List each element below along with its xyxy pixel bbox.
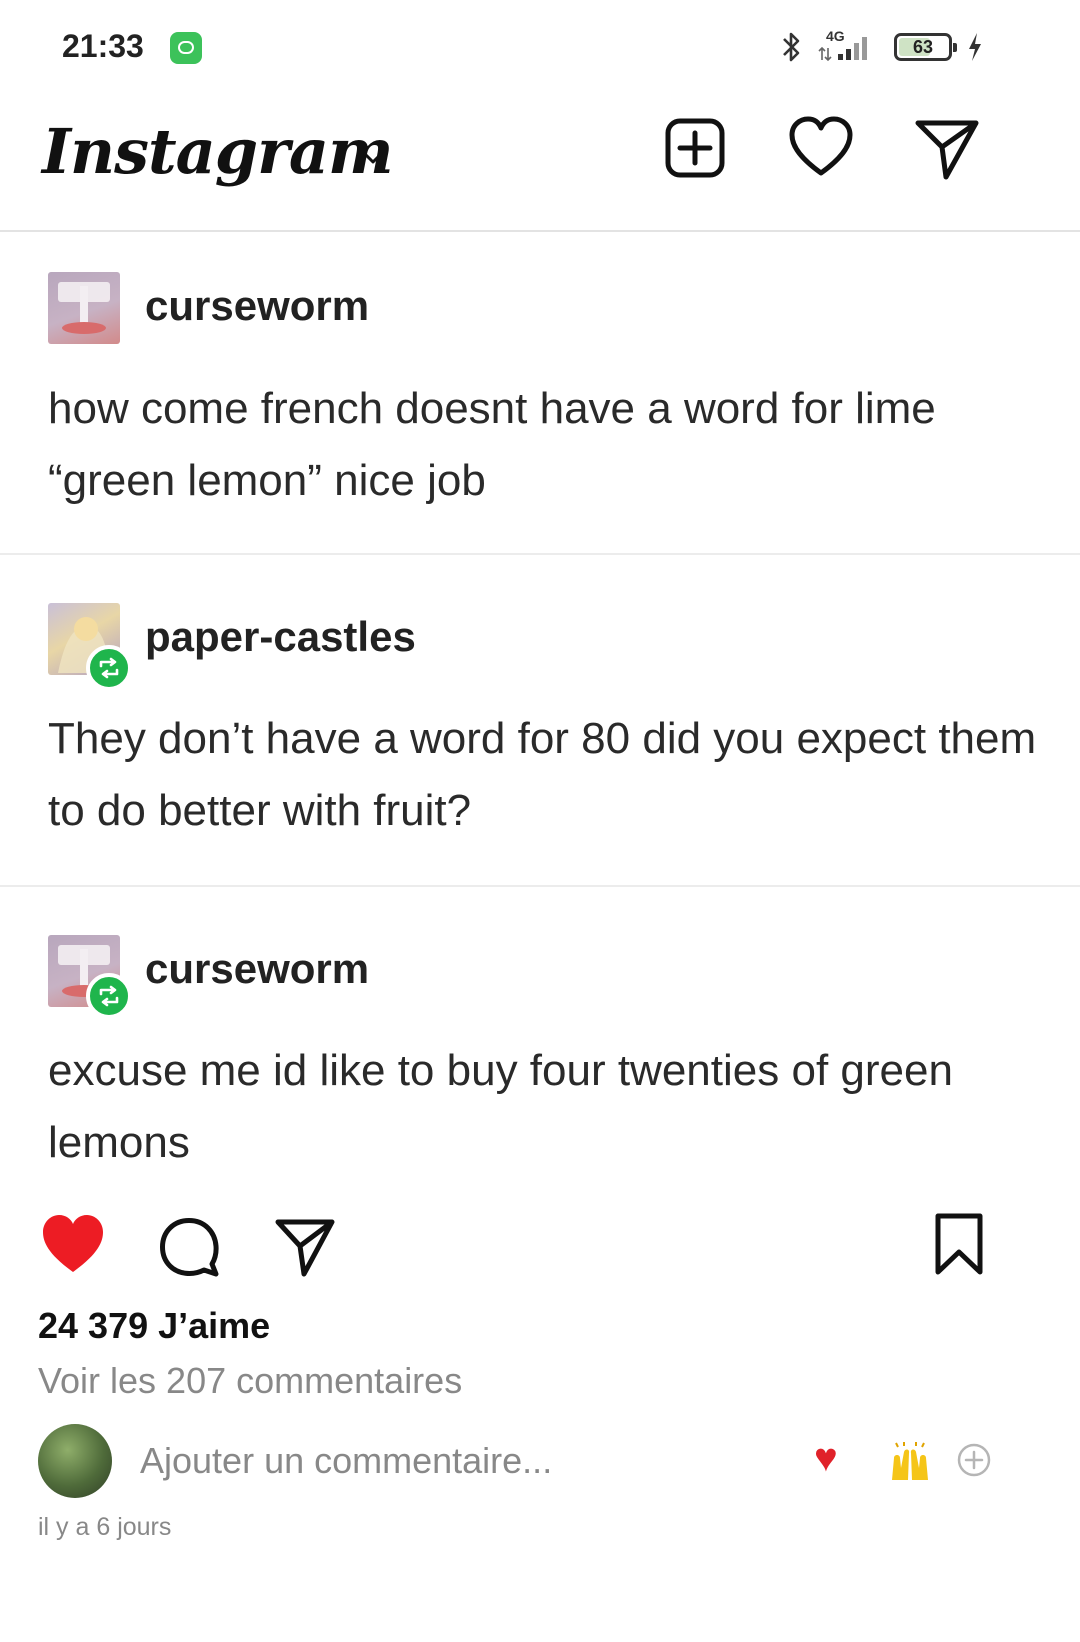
heart-outline-icon[interactable] bbox=[786, 113, 856, 183]
tumblr-post-2: paper-castles They don’t have a word for… bbox=[0, 555, 1080, 885]
add-comment-input[interactable]: Ajouter un commentaire... bbox=[140, 1440, 552, 1482]
direct-message-icon[interactable] bbox=[912, 113, 982, 183]
heart-filled-icon[interactable] bbox=[40, 1212, 106, 1278]
bluetooth-icon bbox=[783, 32, 800, 62]
notification-app-icon bbox=[170, 32, 202, 64]
share-icon[interactable] bbox=[272, 1214, 338, 1280]
post-timestamp: il y a 6 jours bbox=[38, 1513, 172, 1541]
tumblr-post-1: curseworm how come french doesnt have a … bbox=[0, 230, 1080, 555]
battery-icon: 63 bbox=[894, 33, 957, 61]
post-text: They don’t have a word for 80 did you ex… bbox=[48, 714, 1037, 835]
post-username[interactable]: curseworm bbox=[145, 282, 369, 330]
post-username[interactable]: paper-castles bbox=[145, 613, 416, 661]
quick-heart-emoji-icon[interactable]: ♥ bbox=[814, 1438, 838, 1478]
status-time: 21:33 bbox=[62, 28, 144, 64]
avatar bbox=[38, 1424, 112, 1498]
view-comments-link[interactable]: Voir les 207 commentaires bbox=[38, 1360, 462, 1402]
charging-bolt-icon bbox=[969, 33, 981, 61]
signal-icon: 4G bbox=[818, 28, 880, 64]
tumblr-post-3: curseworm excuse me id like to buy four … bbox=[0, 887, 1080, 1197]
bookmark-icon[interactable] bbox=[926, 1212, 992, 1278]
reblog-icon bbox=[86, 645, 132, 691]
app-header: Instagram bbox=[0, 95, 1080, 232]
post-actions bbox=[0, 1210, 1080, 1290]
comment-icon[interactable] bbox=[156, 1214, 222, 1280]
add-circle-icon[interactable] bbox=[956, 1442, 992, 1478]
post-username[interactable]: curseworm bbox=[145, 945, 369, 993]
post-text: how come french doesnt have a word for l… bbox=[48, 384, 936, 505]
status-icons: 4G 63 bbox=[780, 28, 984, 64]
add-comment-row: Ajouter un commentaire... ♥ bbox=[0, 1420, 1080, 1500]
raising-hands-icon[interactable] bbox=[888, 1442, 932, 1482]
likes-count[interactable]: 24 379 J’aime bbox=[38, 1305, 270, 1347]
post-text: excuse me id like to buy four twenties o… bbox=[48, 1046, 953, 1167]
chevron-down-icon[interactable] bbox=[360, 145, 386, 171]
status-bar: 21:33 4G 63 bbox=[0, 0, 1080, 95]
new-post-icon[interactable] bbox=[660, 113, 730, 183]
battery-percent: 63 bbox=[912, 37, 934, 57]
avatar[interactable] bbox=[48, 272, 120, 344]
instagram-logo[interactable]: Instagram bbox=[42, 115, 394, 188]
reblog-icon bbox=[86, 973, 132, 1019]
